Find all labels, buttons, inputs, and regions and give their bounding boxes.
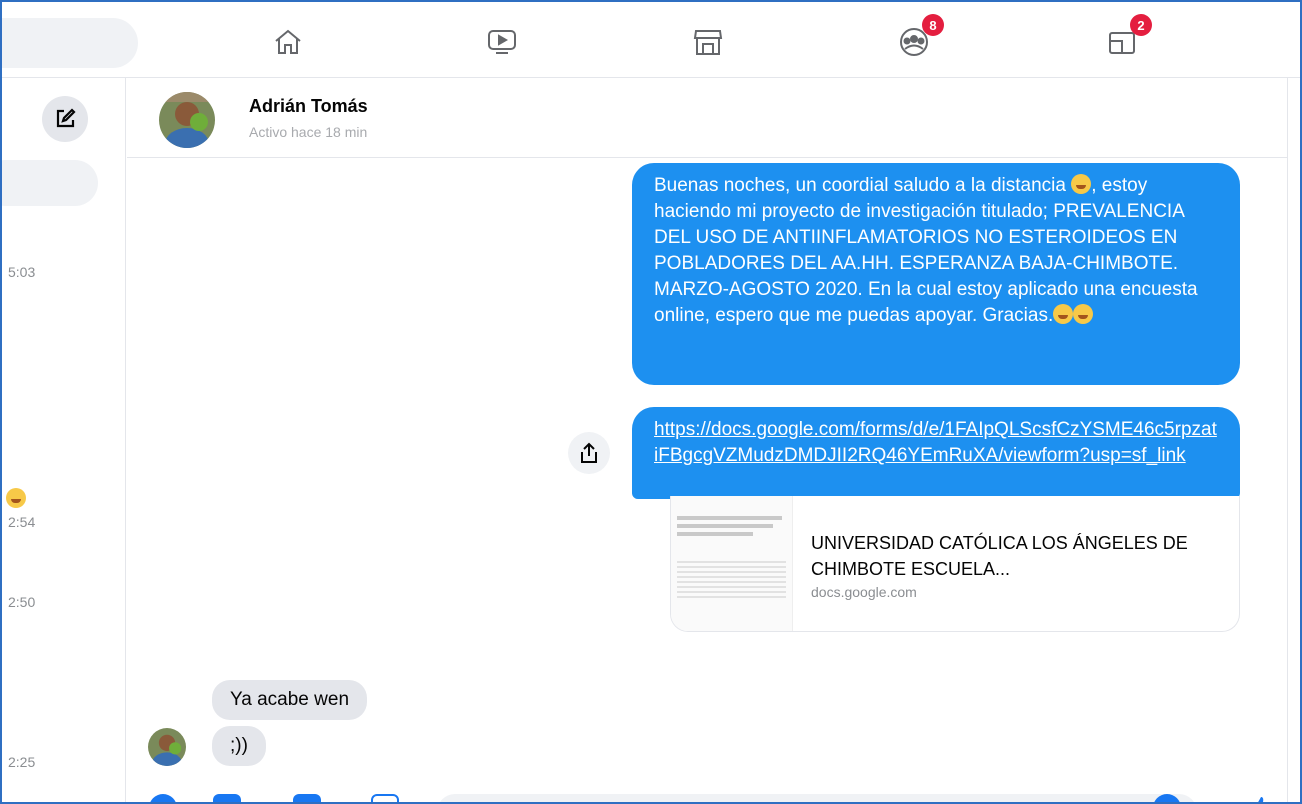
emoji-icon [1073, 304, 1094, 324]
link-preview-thumbnail [671, 496, 793, 631]
like-icon[interactable] [1245, 794, 1273, 802]
incoming-message[interactable]: Ya acabe wen [212, 680, 368, 720]
incoming-message[interactable]: ;)) [212, 726, 266, 766]
photo-icon[interactable] [213, 794, 241, 802]
form-link[interactable]: https://docs.google.com/forms/d/e/1FAIpQ… [654, 419, 1217, 466]
share-button[interactable] [568, 432, 610, 474]
emoji-icon [6, 488, 26, 508]
link-preview-title: UNIVERSIDAD CATÓLICA LOS ÁNGELES DE CHIM… [811, 533, 1188, 579]
gif-icon[interactable] [371, 794, 399, 802]
chat-header: Adrián Tomás Activo hace 18 min [127, 78, 1287, 158]
chat-list-sidebar: 5:03 2:54 2:50 2:25 [2, 78, 126, 802]
groups-badge: 8 [922, 14, 944, 36]
conversation-time: 5:03 [8, 264, 36, 280]
contact-name[interactable]: Adrián Tomás [249, 96, 368, 117]
link-preview-card[interactable]: UNIVERSIDAD CATÓLICA LOS ÁNGELES DE CHIM… [670, 496, 1240, 632]
message-composer [127, 784, 1287, 802]
app-frame: 8 2 5:03 2:54 2:50 2:25 Adrián Tomás Act… [0, 0, 1302, 804]
sticker-icon[interactable] [293, 794, 321, 802]
contact-status: Activo hace 18 min [249, 124, 368, 140]
conversation-time: 2:54 [8, 514, 36, 530]
outgoing-link-message[interactable]: https://docs.google.com/forms/d/e/1FAIpQ… [632, 407, 1240, 499]
gaming-badge: 2 [1130, 14, 1152, 36]
groups-icon[interactable]: 8 [894, 14, 944, 62]
emoji-icon [1071, 174, 1092, 194]
share-icon [581, 442, 597, 463]
top-navigation: 8 2 [2, 2, 1300, 78]
emoji-icon [1053, 304, 1074, 324]
compose-icon [56, 108, 76, 128]
conversation-time: 2:25 [8, 754, 36, 770]
home-icon[interactable] [268, 22, 308, 62]
watch-icon[interactable] [482, 22, 522, 62]
contact-avatar[interactable] [159, 92, 215, 148]
message-text: , estoy haciendo mi proyecto de investig… [654, 175, 1198, 326]
marketplace-icon[interactable] [688, 22, 728, 62]
compose-button[interactable] [42, 96, 88, 142]
message-input[interactable] [437, 794, 1197, 802]
link-preview-domain: docs.google.com [811, 584, 917, 600]
contact-avatar-small[interactable] [148, 728, 186, 766]
search-box[interactable] [2, 18, 138, 68]
outgoing-message[interactable]: Buenas noches, un coordial saludo a la d… [632, 163, 1240, 385]
gaming-icon[interactable]: 2 [1102, 14, 1152, 62]
more-actions-icon[interactable] [149, 794, 177, 802]
chat-search-input[interactable] [2, 160, 98, 206]
message-text: Buenas noches, un coordial saludo a la d… [654, 175, 1072, 196]
right-rail [1287, 78, 1300, 802]
conversation-time: 2:50 [8, 594, 36, 610]
